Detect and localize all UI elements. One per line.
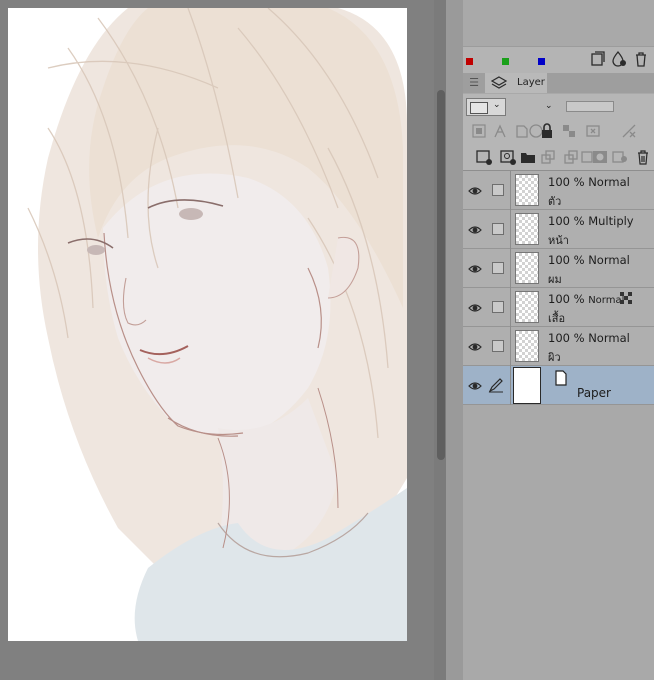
layer-divider: [510, 288, 511, 327]
tab-layer[interactable]: Layer: [485, 73, 547, 93]
layer-opacity-blend: 100 % Multiply: [548, 214, 634, 228]
pen-icon[interactable]: [488, 377, 504, 393]
layer-opacity: 100 %: [548, 175, 585, 189]
eye-icon[interactable]: [468, 261, 482, 275]
layer-toolbar-row-2: [463, 144, 654, 171]
layer-opacity: 100 %: [548, 331, 585, 345]
layer-thumbnail: [515, 330, 539, 362]
tab-layer-label: Layer: [517, 77, 545, 88]
mask-enable-icon[interactable]: [585, 123, 601, 139]
layer-opacity-blend: 100 % Normal: [548, 331, 630, 345]
layer-divider: [510, 327, 511, 366]
panel-menu-icon[interactable]: ☰: [466, 76, 482, 90]
eye-icon[interactable]: [468, 183, 482, 197]
layer-blend-mode: Multiply: [588, 214, 634, 228]
layer-opacity-blend: 100 % Normal: [548, 292, 624, 306]
layer-thumbnail: [515, 213, 539, 245]
layer-select-checkbox[interactable]: [492, 340, 504, 352]
layer-thumbnail: [513, 367, 541, 404]
layer-thumbnail: [515, 291, 539, 323]
layer-row[interactable]: 100 % Normal ผิว: [463, 327, 654, 366]
new-vector-layer-icon[interactable]: [500, 149, 516, 165]
layer-mask-icon[interactable]: [592, 149, 608, 165]
layer-divider: [510, 171, 511, 210]
layer-row[interactable]: 100 % Normal ตัว: [463, 171, 654, 210]
lock-icon[interactable]: [539, 123, 555, 139]
layer-name: ผิว: [548, 351, 561, 364]
red-channel-swatch[interactable]: [466, 58, 473, 65]
layer-opacity: 100 %: [548, 253, 585, 267]
layer-thumbnail: [515, 174, 539, 206]
layer-select-checkbox[interactable]: [492, 301, 504, 313]
eye-icon[interactable]: [468, 339, 482, 353]
layer-opacity-blend: 100 % Normal: [548, 253, 630, 267]
green-channel-swatch[interactable]: [502, 58, 509, 65]
layers-icon: [491, 75, 507, 91]
layer-opacity: 100 %: [548, 214, 585, 228]
blue-channel-swatch[interactable]: [538, 58, 545, 65]
layer-name: เสื้อ: [548, 312, 566, 325]
chevron-down-icon: ⌄: [493, 100, 501, 110]
new-folder-icon[interactable]: [520, 149, 536, 165]
layer-row[interactable]: 100 % Normal เสื้อ: [463, 288, 654, 327]
artwork-illustration: [27, 8, 407, 641]
layer-toolbar-row-1: [463, 120, 654, 144]
layer-divider: [510, 249, 511, 288]
clip-layer-icon[interactable]: [471, 123, 487, 139]
merge-down-icon[interactable]: [563, 149, 579, 165]
reference-layer-icon[interactable]: [492, 123, 508, 139]
layer-color-dropdown[interactable]: ⌄: [466, 98, 506, 116]
layer-select-checkbox[interactable]: [492, 262, 504, 274]
eye-icon[interactable]: [468, 300, 482, 314]
panel-divider: [446, 0, 463, 680]
layer-list-empty-area[interactable]: [463, 405, 654, 680]
blend-mode-row: ⌄ ⌄: [463, 94, 654, 120]
paper-layer-icon: [554, 370, 568, 386]
panel-tab-bar: ☰ Layer: [463, 73, 654, 93]
layer-blend-mode: Normal: [588, 331, 630, 345]
fill-drop-icon[interactable]: [611, 51, 627, 67]
layer-select-checkbox[interactable]: [492, 184, 504, 196]
layer-row[interactable]: 100 % Normal ผม: [463, 249, 654, 288]
blend-mode-dropdown[interactable]: ⌄: [545, 101, 553, 111]
layer-divider: [510, 366, 511, 405]
layer-select-checkbox[interactable]: [492, 223, 504, 235]
lock-transparency-icon[interactable]: [561, 123, 577, 139]
canvas-area[interactable]: [0, 0, 434, 680]
layer-panel: ☰ Layer ⌄ ⌄ 100 % Normal ตัว 100 % Multi…: [463, 0, 654, 680]
layer-name: ผม: [548, 273, 562, 286]
transfer-down-icon[interactable]: [540, 149, 556, 165]
apply-mask-icon[interactable]: [612, 149, 628, 165]
layer-blend-mode: Normal: [588, 253, 630, 267]
lock-transparent-pixels-icon: [618, 290, 634, 306]
layer-color-swatch: [470, 102, 488, 114]
layer-name: Paper: [577, 386, 611, 400]
layer-opacity-blend: 100 % Normal: [548, 175, 630, 189]
layer-name: หน้า: [548, 234, 569, 247]
copy-to-layer-icon[interactable]: [590, 51, 606, 67]
eye-icon[interactable]: [468, 222, 482, 236]
ruler-area-icon[interactable]: [621, 123, 637, 139]
color-channel-row: [463, 46, 654, 73]
scrollbar-thumb[interactable]: [437, 90, 445, 460]
new-raster-layer-icon[interactable]: [476, 149, 492, 165]
opacity-slider[interactable]: [566, 101, 614, 112]
layer-row-paper[interactable]: Paper: [463, 366, 654, 405]
layer-blend-mode: Normal: [588, 175, 630, 189]
delete-layer-icon[interactable]: [635, 149, 651, 165]
layer-list: 100 % Normal ตัว 100 % Multiply หน้า 100…: [463, 171, 654, 405]
artwork-canvas[interactable]: [8, 8, 407, 641]
layer-divider: [510, 210, 511, 249]
layer-opacity: 100 %: [548, 292, 585, 306]
layer-thumbnail: [515, 252, 539, 284]
trash-icon[interactable]: [633, 51, 649, 67]
layer-row[interactable]: 100 % Multiply หน้า: [463, 210, 654, 249]
eye-icon[interactable]: [468, 378, 482, 392]
layer-name: ตัว: [548, 195, 562, 208]
